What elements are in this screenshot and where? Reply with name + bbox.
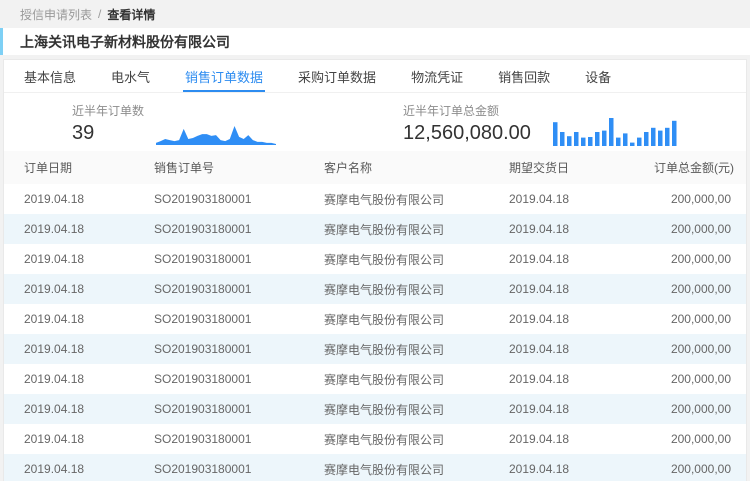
cell-order-no: SO201903180001 [154,342,324,356]
stat-orders-value: 39 [72,121,144,145]
cell-amount: 200,000,00 [654,342,746,356]
cell-order-no: SO201903180001 [154,222,324,236]
cell-amount: 200,000,00 [654,372,746,386]
cell-order-date: 2019.04.18 [4,192,154,206]
cell-customer: 赛摩电气股份有限公司 [324,431,509,448]
cell-order-date: 2019.04.18 [4,222,154,236]
table-row: 2019.04.18 SO201903180001 赛摩电气股份有限公司 201… [4,334,746,364]
table-header: 订单日期 销售订单号 客户名称 期望交货日 订单总金额(元) [4,151,746,184]
column-header-order-no: 销售订单号 [154,159,324,176]
stats-row: 近半年订单数 39 近半年订单总金额 12,560,080.00 [4,93,746,151]
table-row: 2019.04.18 SO201903180001 赛摩电气股份有限公司 201… [4,364,746,394]
cell-customer: 赛摩电气股份有限公司 [324,341,509,358]
cell-order-date: 2019.04.18 [4,372,154,386]
cell-order-date: 2019.04.18 [4,432,154,446]
cell-amount: 200,000,00 [654,282,746,296]
cell-customer: 赛摩电气股份有限公司 [324,371,509,388]
cell-order-date: 2019.04.18 [4,342,154,356]
cell-order-date: 2019.04.18 [4,462,154,476]
cell-delivery-date: 2019.04.18 [509,342,654,356]
cell-order-no: SO201903180001 [154,462,324,476]
table-row: 2019.04.18 SO201903180001 赛摩电气股份有限公司 201… [4,274,746,304]
orders-trend-sparkline [156,118,278,146]
tab-logistics-voucher[interactable]: 物流凭证 [409,60,465,92]
cell-order-no: SO201903180001 [154,282,324,296]
stat-amount-value: 12,560,080.00 [403,121,531,145]
cell-amount: 200,000,00 [654,252,746,266]
breadcrumb-separator: / [98,7,101,21]
table-row: 2019.04.18 SO201903180001 赛摩电气股份有限公司 201… [4,244,746,274]
cell-customer: 赛摩电气股份有限公司 [324,401,509,418]
cell-customer: 赛摩电气股份有限公司 [324,281,509,298]
content-card: 基本信息电水气销售订单数据采购订单数据物流凭证销售回款设备 近半年订单数 39 … [3,59,747,481]
cell-amount: 200,000,00 [654,402,746,416]
column-header-order-date: 订单日期 [4,159,154,176]
tab-equipment[interactable]: 设备 [583,60,613,92]
cell-amount: 200,000,00 [654,222,746,236]
cell-amount: 200,000,00 [654,192,746,206]
cell-order-no: SO201903180001 [154,372,324,386]
cell-delivery-date: 2019.04.18 [509,432,654,446]
tab-utilities[interactable]: 电水气 [109,60,152,92]
cell-order-no: SO201903180001 [154,432,324,446]
table-row: 2019.04.18 SO201903180001 赛摩电气股份有限公司 201… [4,394,746,424]
cell-delivery-date: 2019.04.18 [509,192,654,206]
cell-amount: 200,000,00 [654,432,746,446]
tab-sales-collection[interactable]: 销售回款 [496,60,552,92]
table-row: 2019.04.18 SO201903180001 赛摩电气股份有限公司 201… [4,304,746,334]
cell-delivery-date: 2019.04.18 [509,462,654,476]
title-bar: 上海关讯电子新材料股份有限公司 [0,28,750,55]
tabs: 基本信息电水气销售订单数据采购订单数据物流凭证销售回款设备 [4,60,746,93]
page-title: 上海关讯电子新材料股份有限公司 [20,32,230,52]
column-header-delivery-date: 期望交货日 [509,159,654,176]
cell-order-date: 2019.04.18 [4,402,154,416]
table-row: 2019.04.18 SO201903180001 赛摩电气股份有限公司 201… [4,214,746,244]
tab-purchase-orders[interactable]: 采购订单数据 [296,60,378,92]
amount-bars-sparkline [553,116,679,146]
cell-delivery-date: 2019.04.18 [509,282,654,296]
stat-orders-label: 近半年订单数 [72,102,144,119]
cell-customer: 赛摩电气股份有限公司 [324,461,509,478]
stat-amount-label: 近半年订单总金额 [403,102,531,119]
cell-customer: 赛摩电气股份有限公司 [324,191,509,208]
table-row: 2019.04.18 SO201903180001 赛摩电气股份有限公司 201… [4,424,746,454]
cell-order-no: SO201903180001 [154,402,324,416]
tab-basic-info[interactable]: 基本信息 [22,60,78,92]
cell-delivery-date: 2019.04.18 [509,222,654,236]
stat-orders-count: 近半年订单数 39 [72,102,144,145]
cell-delivery-date: 2019.04.18 [509,402,654,416]
breadcrumb: 授信申请列表 / 查看详情 [0,0,750,28]
cell-order-date: 2019.04.18 [4,252,154,266]
table-row: 2019.04.18 SO201903180001 赛摩电气股份有限公司 201… [4,184,746,214]
title-accent-bar [0,28,3,55]
column-header-amount: 订单总金额(元) [654,159,746,176]
cell-order-date: 2019.04.18 [4,282,154,296]
breadcrumb-parent-link[interactable]: 授信申请列表 [20,6,92,23]
cell-delivery-date: 2019.04.18 [509,372,654,386]
cell-customer: 赛摩电气股份有限公司 [324,311,509,328]
cell-order-no: SO201903180001 [154,252,324,266]
cell-amount: 200,000,00 [654,462,746,476]
cell-customer: 赛摩电气股份有限公司 [324,251,509,268]
table-body: 2019.04.18 SO201903180001 赛摩电气股份有限公司 201… [4,184,746,481]
cell-order-no: SO201903180001 [154,312,324,326]
cell-order-date: 2019.04.18 [4,312,154,326]
cell-delivery-date: 2019.04.18 [509,312,654,326]
cell-order-no: SO201903180001 [154,192,324,206]
tab-sales-orders[interactable]: 销售订单数据 [183,60,265,92]
cell-customer: 赛摩电气股份有限公司 [324,221,509,238]
stat-amount-total: 近半年订单总金额 12,560,080.00 [403,102,531,145]
breadcrumb-current: 查看详情 [107,6,155,23]
column-header-customer: 客户名称 [324,159,509,176]
cell-delivery-date: 2019.04.18 [509,252,654,266]
table-row: 2019.04.18 SO201903180001 赛摩电气股份有限公司 201… [4,454,746,481]
cell-amount: 200,000,00 [654,312,746,326]
